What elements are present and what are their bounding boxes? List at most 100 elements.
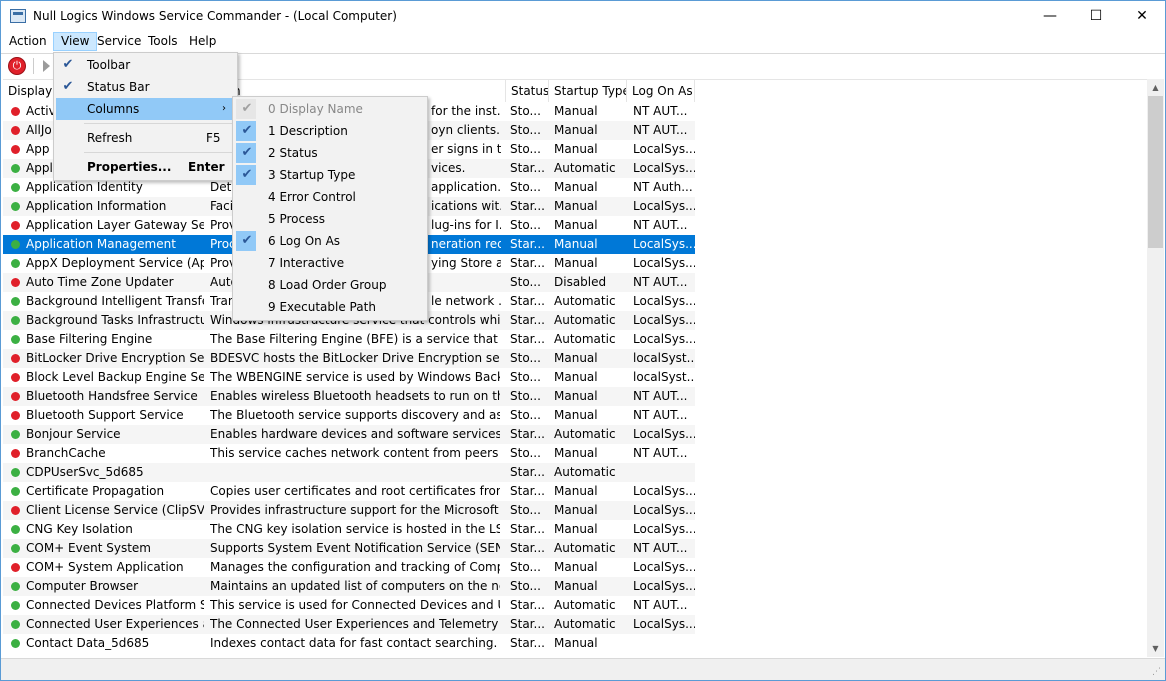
- column-toggle-8[interactable]: 8 Load Order Group: [235, 274, 425, 296]
- table-row[interactable]: BitLocker Drive Encryption Servi... BDESV…: [3, 349, 695, 368]
- column-header-startup-type[interactable]: Startup Type: [549, 80, 627, 102]
- column-toggle-2[interactable]: ✔ 2 Status: [235, 142, 425, 164]
- table-row[interactable]: Bluetooth Support Service The Bluetooth s…: [3, 406, 695, 425]
- cell-log-on-as: NT AUT...: [633, 389, 688, 403]
- scroll-up-icon[interactable]: ▲: [1147, 79, 1164, 96]
- cell-display-name: BranchCache: [26, 446, 106, 460]
- cell-startup-type: Automatic: [554, 161, 616, 175]
- view-menu-columns[interactable]: Columns ›: [56, 98, 235, 120]
- stopped-status-icon: [11, 373, 20, 382]
- menu-help[interactable]: Help: [182, 32, 223, 51]
- running-status-icon: [11, 164, 20, 173]
- column-toggle-7[interactable]: 7 Interactive: [235, 252, 425, 274]
- view-menu-refresh[interactable]: Refresh F5: [56, 127, 235, 149]
- cell-status: Sto...: [510, 142, 541, 156]
- cell-log-on-as: NT AUT...: [633, 123, 688, 137]
- column-toggle-1[interactable]: ✔ 1 Description: [235, 120, 425, 142]
- stop-service-icon[interactable]: ⏻: [8, 57, 26, 75]
- table-row[interactable]: BranchCache This service caches network c…: [3, 444, 695, 463]
- cell-status: Star...: [510, 199, 545, 213]
- cell-startup-type: Manual: [554, 503, 598, 517]
- cell-status: Star...: [510, 522, 545, 536]
- column-toggle-9[interactable]: 9 Executable Path: [235, 296, 425, 318]
- table-row[interactable]: Certificate Propagation Copies user certi…: [3, 482, 695, 501]
- view-menu-refresh-label: Refresh: [87, 131, 133, 145]
- menu-tools[interactable]: Tools: [141, 32, 185, 51]
- cell-log-on-as: NT AUT...: [633, 446, 688, 460]
- table-row[interactable]: COM+ System Application Manages the confi…: [3, 558, 695, 577]
- view-menu-toolbar[interactable]: ✔ Toolbar: [56, 54, 235, 76]
- cell-log-on-as: LocalSys...: [633, 332, 695, 346]
- cell-log-on-as: LocalSys...: [633, 503, 695, 517]
- table-row[interactable]: CNG Key Isolation The CNG key isolation s…: [3, 520, 695, 539]
- cell-log-on-as: LocalSys...: [633, 560, 695, 574]
- column-toggle-4[interactable]: 4 Error Control: [235, 186, 425, 208]
- view-menu-status-bar[interactable]: ✔ Status Bar: [56, 76, 235, 98]
- cell-log-on-as: [633, 634, 695, 653]
- cell-status: Star...: [510, 465, 545, 479]
- cell-status: Star...: [510, 161, 545, 175]
- cell-description: BDESVC hosts the BitLocker Drive Encrypt…: [210, 351, 500, 365]
- start-service-icon[interactable]: [43, 60, 50, 72]
- cell-startup-type: Manual: [554, 199, 598, 213]
- cell-display-name: Computer Browser: [26, 579, 139, 593]
- table-row[interactable]: Bonjour Service Enables hardware devices …: [3, 425, 695, 444]
- running-status-icon: [11, 240, 20, 249]
- column-toggle-3[interactable]: ✔ 3 Startup Type: [235, 164, 425, 186]
- check-icon: ✔: [241, 145, 253, 160]
- table-row[interactable]: Base Filtering Engine The Base Filtering …: [3, 330, 695, 349]
- view-menu-columns-label: Columns: [87, 102, 140, 116]
- view-menu: ✔ Toolbar ✔ Status Bar Columns › Refresh…: [53, 52, 238, 181]
- running-status-icon: [11, 487, 20, 496]
- cell-status: Star...: [510, 541, 545, 555]
- cell-startup-type: Manual: [554, 484, 598, 498]
- menu-action[interactable]: Action: [2, 32, 54, 51]
- table-row[interactable]: Computer Browser Maintains an updated lis…: [3, 577, 695, 596]
- cell-log-on-as: LocalSys...: [633, 522, 695, 536]
- cell-startup-type: Manual: [554, 560, 598, 574]
- running-status-icon: [11, 468, 20, 477]
- cell-log-on-as: LocalSys...: [633, 579, 695, 593]
- table-row[interactable]: Client License Service (ClipSVC) Provides…: [3, 501, 695, 520]
- cell-log-on-as: localSyst...: [633, 351, 695, 365]
- menu-service[interactable]: Service: [90, 32, 148, 51]
- title-bar[interactable]: Null Logics Windows Service Commander - …: [1, 1, 1165, 31]
- cell-log-on-as: LocalSys...: [633, 617, 695, 631]
- table-row[interactable]: Connected Devices Platform Se... This ser…: [3, 596, 695, 615]
- stopped-status-icon: [11, 221, 20, 230]
- vertical-scrollbar[interactable]: ▲ ▼: [1147, 79, 1164, 657]
- cell-startup-type: Disabled: [554, 275, 607, 289]
- resize-grip-icon[interactable]: ⋰: [1152, 667, 1162, 677]
- cell-startup-type: Automatic: [554, 332, 616, 346]
- column-header-display-name[interactable]: Display: [3, 80, 58, 102]
- cell-status: Star...: [510, 237, 545, 251]
- table-row[interactable]: Contact Data_5d685 Indexes contact data f…: [3, 634, 695, 653]
- cell-description: The CNG key isolation service is hosted …: [210, 522, 500, 536]
- column-header-status[interactable]: Status: [506, 80, 549, 102]
- cell-description: oyn clients...: [431, 123, 501, 137]
- table-row[interactable]: Connected User Experiences an... The Conn…: [3, 615, 695, 634]
- column-header-log-on-as[interactable]: Log On As: [627, 80, 695, 102]
- view-menu-properties[interactable]: Properties... Enter: [56, 156, 235, 178]
- table-row[interactable]: COM+ Event System Supports System Event N…: [3, 539, 695, 558]
- scroll-down-icon[interactable]: ▼: [1147, 640, 1164, 657]
- running-status-icon: [11, 639, 20, 648]
- table-row[interactable]: Block Level Backup Engine Serv... The WBE…: [3, 368, 695, 387]
- close-button[interactable]: ✕: [1119, 1, 1165, 31]
- scroll-thumb[interactable]: [1148, 96, 1163, 248]
- column-toggle-label: 3 Startup Type: [268, 168, 356, 182]
- cell-status: Sto...: [510, 503, 541, 517]
- column-toggle-5[interactable]: 5 Process: [235, 208, 425, 230]
- cell-display-name: Application Management: [26, 237, 176, 251]
- column-toggle-0: ✔ 0 Display Name: [235, 98, 425, 120]
- cell-display-name: Background Intelligent Transfer...: [26, 294, 204, 308]
- table-row[interactable]: CDPUserSvc_5d685 Star... Automatic: [3, 463, 695, 482]
- cell-description-tail: [431, 273, 501, 292]
- maximize-button[interactable]: ☐: [1073, 1, 1119, 31]
- column-toggle-label: 0 Display Name: [268, 102, 363, 116]
- minimize-button[interactable]: —: [1027, 1, 1073, 31]
- column-toggle-6[interactable]: ✔ 6 Log On As: [235, 230, 425, 252]
- stopped-status-icon: [11, 563, 20, 572]
- table-row[interactable]: Bluetooth Handsfree Service Enables wirel…: [3, 387, 695, 406]
- stopped-status-icon: [11, 145, 20, 154]
